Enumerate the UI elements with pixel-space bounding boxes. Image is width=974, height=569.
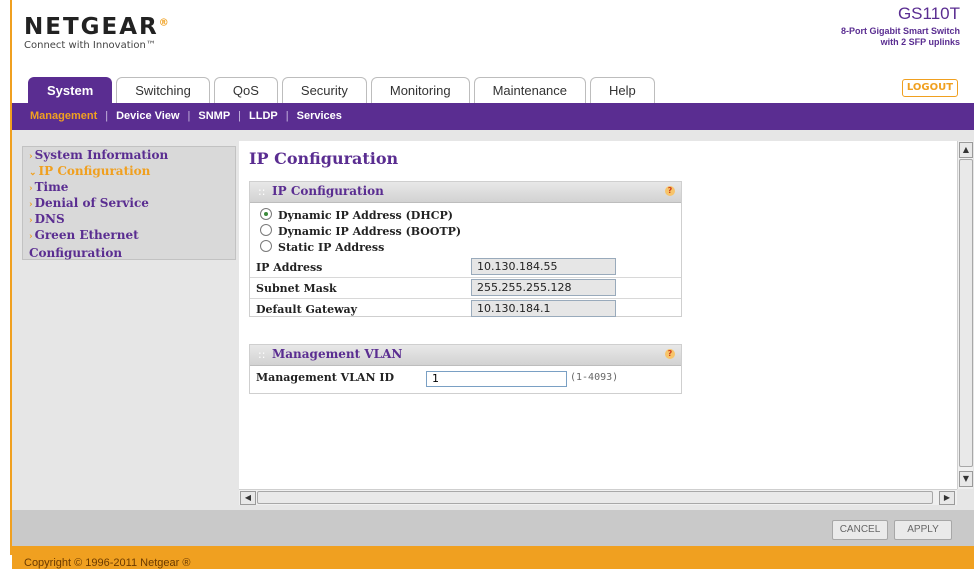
scroll-right-icon[interactable]: ▶ [939, 491, 955, 505]
panel-header: :: IP Configuration ? [250, 182, 681, 203]
scroll-left-icon[interactable]: ◀ [240, 491, 256, 505]
radio-icon[interactable] [260, 240, 272, 252]
arrow-right-icon: › [29, 232, 33, 242]
page-title: IP Configuration [249, 149, 399, 168]
subnav-device-view[interactable]: Device View [108, 110, 187, 122]
scroll-down-icon[interactable]: ▼ [959, 471, 973, 487]
subnet-mask-field: 255.255.255.128 [471, 279, 616, 296]
default-gateway-row: Default Gateway 10.130.184.1 [250, 299, 681, 319]
tab-maintenance[interactable]: Maintenance [473, 77, 587, 103]
logo-text: NETGEAR [24, 14, 159, 40]
main-tabs: System Switching QoS Security Monitoring… [28, 77, 659, 103]
sidebar-item-label: DNS [34, 212, 65, 226]
sidebar-item-label: Green Ethernet Configuration [29, 228, 139, 260]
radio-selected-icon[interactable] [260, 208, 272, 220]
vlan-range-hint: (1-4093) [570, 372, 619, 383]
subnav-lldp[interactable]: LLDP [241, 110, 286, 122]
main-content: IP Configuration :: IP Configuration ? D… [239, 141, 957, 489]
sidebar-item-denial-of-service[interactable]: › Denial of Service [23, 195, 235, 211]
tab-monitoring[interactable]: Monitoring [370, 77, 470, 103]
cancel-button[interactable]: CANCEL [832, 520, 888, 540]
arrow-right-icon: › [29, 216, 33, 226]
sidebar-item-label: Time [34, 180, 69, 194]
sidebar: › System Information ⌄ IP Configuration › T… [22, 146, 236, 260]
drag-handle-icon: :: [258, 348, 266, 361]
help-icon[interactable]: ? [665, 349, 675, 359]
sidebar-item-label: Denial of Service [34, 196, 149, 210]
radio-label: Dynamic IP Address (DHCP) [278, 209, 453, 222]
default-gateway-field: 10.130.184.1 [471, 300, 616, 317]
tagline: Connect with Innovation™ [24, 40, 156, 51]
scroll-up-icon[interactable]: ▲ [959, 142, 973, 158]
radio-dhcp[interactable]: Dynamic IP Address (DHCP) [260, 208, 453, 224]
subnav: Management | Device View | SNMP | LLDP |… [22, 110, 350, 122]
arrow-right-icon: › [29, 152, 33, 162]
ip-configuration-panel: :: IP Configuration ? Dynamic IP Address… [249, 181, 682, 317]
radio-label: Static IP Address [278, 241, 385, 254]
logout-button[interactable]: LOGOUT [902, 79, 958, 97]
radio-icon[interactable] [260, 224, 272, 236]
vlan-id-input[interactable]: 1 [426, 371, 567, 387]
subnav-snmp[interactable]: SNMP [190, 110, 238, 122]
vertical-scrollbar[interactable]: ▲ ▼ [957, 141, 973, 489]
tab-qos[interactable]: QoS [213, 77, 278, 103]
ip-address-label: IP Address [256, 261, 323, 274]
model-desc-line1: 8-Port Gigabit Smart Switch [840, 26, 960, 36]
radio-bootp[interactable]: Dynamic IP Address (BOOTP) [260, 224, 461, 240]
sidebar-item-green-ethernet[interactable]: › Green Ethernet Configuration [23, 227, 235, 260]
apply-button[interactable]: APPLY [894, 520, 952, 540]
sidebar-item-dns[interactable]: › DNS [23, 211, 235, 227]
scroll-thumb[interactable] [959, 159, 973, 467]
tab-system[interactable]: System [28, 77, 113, 103]
arrow-right-icon: › [29, 200, 33, 210]
management-vlan-panel: :: Management VLAN ? Management VLAN ID … [249, 344, 682, 394]
sidebar-item-system-information[interactable]: › System Information [23, 147, 235, 163]
tab-switching[interactable]: Switching [116, 77, 210, 103]
tab-help[interactable]: Help [590, 77, 655, 103]
chevron-down-icon: ⌄ [29, 168, 37, 178]
scroll-thumb[interactable] [257, 491, 933, 504]
radio-static[interactable]: Static IP Address [260, 240, 384, 256]
sidebar-item-ip-configuration[interactable]: ⌄ IP Configuration [23, 163, 235, 179]
sidebar-item-time[interactable]: › Time [23, 179, 235, 195]
panel-title: IP Configuration [272, 184, 384, 198]
sidebar-item-label: System Information [34, 148, 169, 162]
drag-handle-icon: :: [258, 185, 266, 198]
radio-label: Dynamic IP Address (BOOTP) [278, 225, 462, 238]
vlan-id-row: Management VLAN ID 1 (1-4093) [250, 367, 681, 387]
subnet-mask-label: Subnet Mask [256, 282, 337, 295]
model-description: 8-Port Gigabit Smart Switch with 2 SFP u… [841, 26, 960, 48]
vlan-id-label: Management VLAN ID [256, 371, 395, 384]
subnav-management[interactable]: Management [22, 110, 105, 122]
model-name: GS110T [897, 4, 960, 23]
netgear-logo: NETGEAR® [24, 14, 171, 40]
logo-mark-icon: ® [158, 17, 171, 29]
panel-header: :: Management VLAN ? [250, 345, 681, 366]
panel-title: Management VLAN [272, 347, 403, 361]
sidebar-item-label: IP Configuration [38, 164, 151, 178]
copyright: Copyright © 1996-2011 Netgear ® [24, 557, 191, 569]
horizontal-scrollbar[interactable]: ◀ ▶ [239, 489, 957, 505]
ip-address-field: 10.130.184.55 [471, 258, 616, 275]
arrow-right-icon: › [29, 184, 33, 194]
help-icon[interactable]: ? [665, 186, 675, 196]
subnet-mask-row: Subnet Mask 255.255.255.128 [250, 278, 681, 299]
default-gateway-label: Default Gateway [256, 303, 358, 316]
button-bar [12, 510, 974, 546]
model-desc-line2: with 2 SFP uplinks [880, 37, 960, 47]
tab-security[interactable]: Security [281, 77, 367, 103]
ip-address-row: IP Address 10.130.184.55 [250, 257, 681, 278]
subnav-services[interactable]: Services [289, 110, 350, 122]
